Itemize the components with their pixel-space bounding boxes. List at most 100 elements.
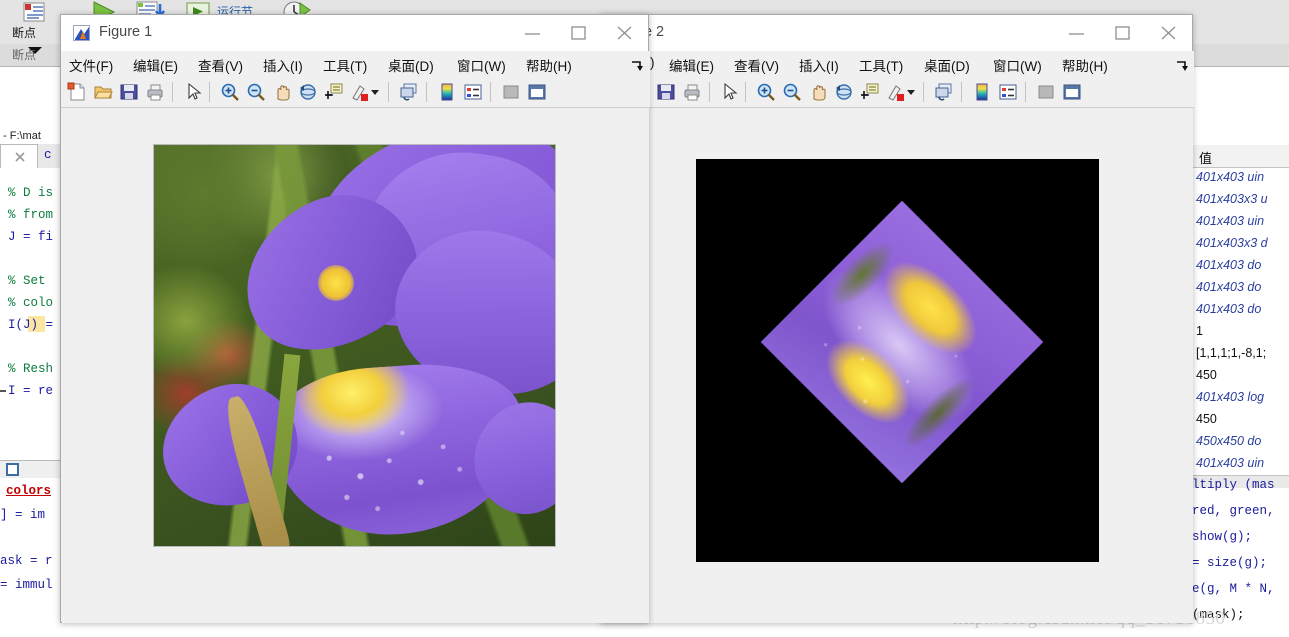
rotated-iris-flower-on-black-background — [760, 200, 1044, 484]
workspace-value: 401x403 do — [1196, 302, 1262, 316]
command-link[interactable]: colors — [6, 484, 51, 498]
pointer-icon[interactable] — [184, 82, 204, 102]
print-figure-icon[interactable] — [682, 82, 702, 102]
figure-1-window[interactable]: Figure 1 文件(F) 编辑(E) 查看(V) 插入(I) 工具(T) 桌… — [60, 14, 650, 623]
figure-2-canvas[interactable] — [602, 108, 1193, 623]
new-figure-icon[interactable] — [67, 82, 87, 102]
code-line: I = re — [8, 384, 54, 398]
maximize-button[interactable] — [556, 15, 602, 51]
workspace-value-column-header[interactable]: 值 — [1190, 145, 1289, 168]
menu-edit[interactable]: 编辑(E) — [133, 55, 178, 75]
close-button[interactable] — [602, 15, 648, 51]
link-plot-icon[interactable] — [934, 82, 954, 102]
minimize-button[interactable] — [1054, 15, 1100, 51]
figure-2-axes — [696, 159, 1099, 562]
maximize-button[interactable] — [1100, 15, 1146, 51]
workspace-value: 450 — [1196, 412, 1217, 426]
workspace-value: 401x403 log — [1196, 390, 1265, 404]
right-code-line: red, green, — [1192, 504, 1275, 518]
brush-dropdown-icon[interactable] — [370, 82, 380, 102]
figure-2-titlebar[interactable]: gure 2 — [601, 15, 1192, 51]
overflow-arrow-icon[interactable] — [631, 59, 643, 77]
menu-view[interactable]: 查看(V) — [198, 55, 243, 75]
matlab-figure-icon — [73, 25, 90, 41]
menu-desktop[interactable]: 桌面(D) — [388, 55, 434, 75]
open-file-icon[interactable] — [93, 82, 113, 102]
figure-1-menubar[interactable]: 文件(F) 编辑(E) 查看(V) 插入(I) 工具(T) 桌面(D) 窗口(W… — [61, 51, 650, 77]
show-plot-tools-icon[interactable] — [527, 82, 547, 102]
figure-2-toolbar[interactable] — [601, 77, 1194, 108]
menu-help[interactable]: 帮助(H) — [526, 55, 572, 75]
workspace-value: 401x403 uin — [1196, 214, 1265, 228]
legend-icon[interactable] — [998, 82, 1018, 102]
show-plot-tools-icon[interactable] — [1062, 82, 1082, 102]
toolbar-separator — [490, 82, 491, 102]
close-icon[interactable] — [14, 150, 26, 168]
menu-window[interactable]: 窗口(W) — [457, 55, 506, 75]
figure-1-canvas[interactable] — [62, 108, 649, 623]
code-line: I(J) = — [8, 318, 54, 332]
menu-file[interactable]: 文件(F) — [69, 55, 113, 75]
editor-tab-label[interactable]: c — [44, 148, 52, 162]
code-line: % D is — [8, 186, 54, 200]
figure-1-titlebar[interactable]: Figure 1 — [61, 15, 648, 51]
workspace-value: 1 — [1196, 324, 1203, 338]
right-code-line: show(g); — [1192, 530, 1253, 544]
print-figure-icon[interactable] — [145, 82, 165, 102]
data-cursor-icon[interactable] — [324, 82, 344, 102]
save-figure-icon[interactable] — [656, 82, 676, 102]
figure-1-toolbar[interactable] — [61, 77, 650, 108]
breakpoints-label[interactable]: 断点 — [12, 24, 36, 41]
workspace-value: 450 — [1196, 368, 1217, 382]
save-figure-icon[interactable] — [119, 82, 139, 102]
pan-icon[interactable] — [808, 82, 828, 102]
menu-insert[interactable]: 插入(I) — [263, 55, 303, 75]
rotate-3d-icon[interactable] — [298, 82, 318, 102]
pointer-icon[interactable] — [720, 82, 740, 102]
purple-iris-flower-photo — [153, 144, 556, 547]
toolbar-separator — [709, 82, 710, 102]
command-window[interactable]: colors ] = im ask = r = immul — [0, 478, 62, 637]
toolbar-separator — [1025, 82, 1026, 102]
right-code-line: ltiply (mas — [1192, 478, 1275, 492]
link-plot-icon[interactable] — [399, 82, 419, 102]
menu-edit[interactable]: 编辑(E) — [669, 55, 714, 75]
workspace-value: 401x403 do — [1196, 280, 1262, 294]
minimize-button[interactable] — [510, 15, 556, 51]
selection-checkbox[interactable] — [6, 463, 19, 476]
toolbar-separator — [923, 82, 924, 102]
figure-2-menubar[interactable]: E) 编辑(E) 查看(V) 插入(I) 工具(T) 桌面(D) 窗口(W) 帮… — [601, 51, 1194, 77]
zoom-in-icon[interactable] — [756, 82, 776, 102]
menu-insert[interactable]: 插入(I) — [799, 55, 839, 75]
command-line: ask = r — [0, 554, 53, 568]
menu-help[interactable]: 帮助(H) — [1062, 55, 1108, 75]
legend-icon[interactable] — [463, 82, 483, 102]
comment-icon[interactable] — [22, 2, 48, 24]
rotate-3d-icon[interactable] — [834, 82, 854, 102]
figure-2-window[interactable]: gure 2 E) 编辑(E) 查看(V) 插入(I) 工具(T) 桌面(D) … — [600, 14, 1194, 623]
colorbar-icon[interactable] — [437, 82, 457, 102]
brush-dropdown-icon[interactable] — [906, 82, 916, 102]
workspace-value: 401x403x3 d — [1196, 236, 1268, 250]
editor-code-area[interactable]: % D is % from J = fi % Set % colo I(J) =… — [0, 168, 62, 460]
overflow-arrow-icon[interactable] — [1176, 59, 1188, 77]
pan-icon[interactable] — [272, 82, 292, 102]
zoom-out-icon[interactable] — [246, 82, 266, 102]
menu-desktop[interactable]: 桌面(D) — [924, 55, 970, 75]
brush-icon[interactable] — [350, 82, 370, 102]
hide-plot-tools-icon[interactable] — [1036, 82, 1056, 102]
menu-tools[interactable]: 工具(T) — [323, 55, 367, 75]
menu-view[interactable]: 查看(V) — [734, 55, 779, 75]
hide-plot-tools-icon[interactable] — [501, 82, 521, 102]
colorbar-icon[interactable] — [972, 82, 992, 102]
workspace-value-header-label: 值 — [1199, 151, 1213, 166]
zoom-in-icon[interactable] — [220, 82, 240, 102]
menu-tools[interactable]: 工具(T) — [859, 55, 903, 75]
close-button[interactable] — [1146, 15, 1192, 51]
right-code-line: = size(g); — [1192, 556, 1268, 570]
brush-icon[interactable] — [886, 82, 906, 102]
zoom-out-icon[interactable] — [782, 82, 802, 102]
code-line: % Resh — [8, 362, 54, 376]
menu-window[interactable]: 窗口(W) — [993, 55, 1042, 75]
data-cursor-icon[interactable] — [860, 82, 880, 102]
